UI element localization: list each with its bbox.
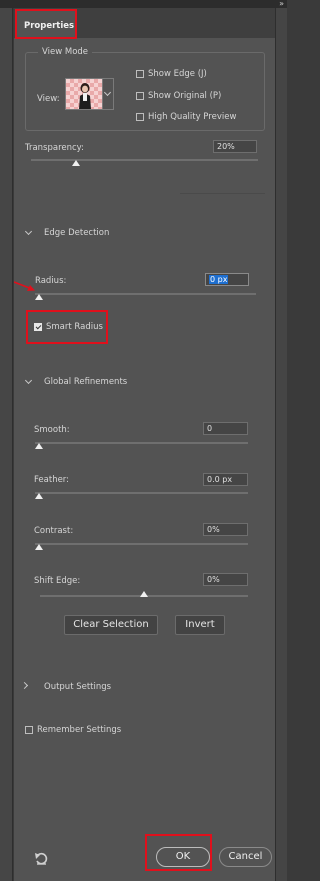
transparency-input[interactable]: 20% xyxy=(213,140,257,153)
properties-panel: Properties View Mode View: Show Edge (J)… xyxy=(14,8,275,881)
collapse-panel-icon[interactable]: » xyxy=(279,0,284,8)
remember-settings-label: Remember Settings xyxy=(37,725,122,735)
radius-label: Radius: xyxy=(35,276,67,286)
radius-slider-track[interactable] xyxy=(35,293,256,295)
contrast-input[interactable]: 0% xyxy=(203,523,248,536)
edge-detection-title[interactable]: Edge Detection xyxy=(44,228,109,238)
smooth-slider-track[interactable] xyxy=(35,442,248,444)
feather-slider-thumb[interactable] xyxy=(35,493,43,499)
highlight-box-smart-radius xyxy=(26,310,108,344)
highlight-box-properties-tab xyxy=(15,9,77,39)
output-settings-title[interactable]: Output Settings xyxy=(44,682,111,692)
smooth-slider-thumb[interactable] xyxy=(35,443,43,449)
radius-value: 0 px xyxy=(209,275,229,284)
invert-button[interactable]: Invert xyxy=(175,615,225,635)
high-quality-preview-checkbox[interactable] xyxy=(136,113,144,121)
radius-input[interactable]: 0 px xyxy=(205,273,249,286)
show-edge-label: Show Edge (J) xyxy=(148,69,207,79)
left-dock-strip xyxy=(0,8,13,881)
feather-label: Feather: xyxy=(34,475,70,485)
chevron-down-icon xyxy=(103,88,112,97)
feather-slider-track[interactable] xyxy=(35,492,248,494)
highlight-box-ok xyxy=(145,834,212,871)
view-mode-thumbnail[interactable] xyxy=(65,78,103,110)
top-bar: » xyxy=(0,0,287,8)
smooth-input[interactable]: 0 xyxy=(203,422,248,435)
chevron-down-icon[interactable] xyxy=(24,376,33,385)
global-refinements-title[interactable]: Global Refinements xyxy=(44,377,127,387)
reset-icon[interactable] xyxy=(34,852,48,865)
transparency-label: Transparency: xyxy=(25,143,84,153)
contrast-slider-track[interactable] xyxy=(35,543,248,545)
shift-edge-label: Shift Edge: xyxy=(34,576,81,586)
clear-selection-button[interactable]: Clear Selection xyxy=(64,615,158,635)
shift-edge-input[interactable]: 0% xyxy=(203,573,248,586)
transparency-slider-track[interactable] xyxy=(31,159,258,161)
view-mode-legend: View Mode xyxy=(38,47,93,57)
remember-settings-checkbox[interactable] xyxy=(25,726,33,734)
right-dock-strip xyxy=(275,8,287,881)
high-quality-preview-label: High Quality Preview xyxy=(148,112,237,122)
feather-input[interactable]: 0.0 px xyxy=(203,473,248,486)
red-arrow-annotation xyxy=(14,281,35,291)
show-edge-checkbox[interactable] xyxy=(136,70,144,78)
chevron-down-icon[interactable] xyxy=(24,227,33,236)
section-divider xyxy=(180,193,265,194)
radius-slider-thumb[interactable] xyxy=(35,294,43,300)
contrast-label: Contrast: xyxy=(34,526,74,536)
cancel-button[interactable]: Cancel xyxy=(219,847,272,867)
show-original-label: Show Original (P) xyxy=(148,91,222,101)
chevron-right-icon[interactable] xyxy=(20,681,29,690)
person-preview-icon xyxy=(79,83,91,109)
contrast-slider-thumb[interactable] xyxy=(35,544,43,550)
view-mode-dropdown[interactable] xyxy=(103,78,114,110)
shift-edge-slider-thumb[interactable] xyxy=(140,591,148,597)
show-original-checkbox[interactable] xyxy=(136,92,144,100)
transparency-slider-thumb[interactable] xyxy=(72,160,80,166)
view-label: View: xyxy=(37,94,60,104)
smooth-label: Smooth: xyxy=(34,425,70,435)
